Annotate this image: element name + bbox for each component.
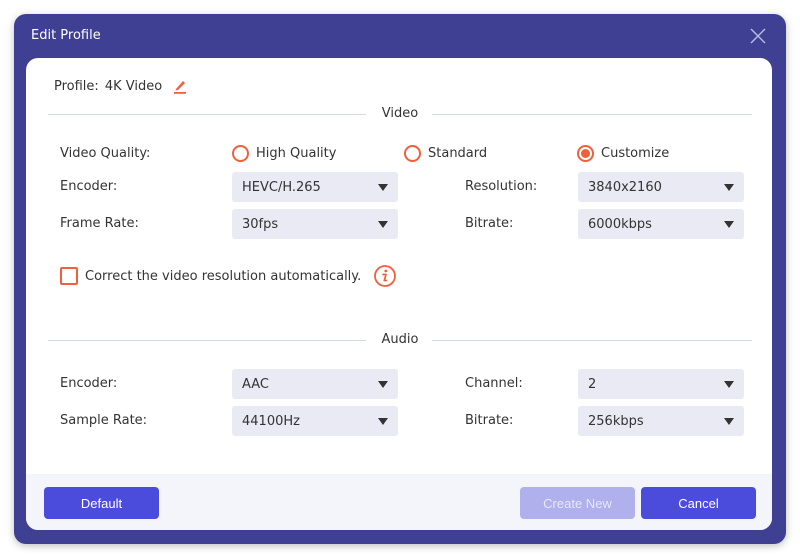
select-value: 6000kbps bbox=[588, 216, 652, 232]
dropdown-arrow-icon bbox=[378, 380, 388, 388]
video-bitrate-select[interactable]: 6000kbps bbox=[578, 209, 744, 239]
dropdown-arrow-icon bbox=[378, 417, 388, 425]
sample-rate-select[interactable]: 44100Hz bbox=[232, 406, 398, 436]
dialog-body: Profile: 4K Video Video Video Quality: H… bbox=[26, 58, 772, 530]
select-value: 3840x2160 bbox=[588, 179, 662, 195]
radio-label: Standard bbox=[428, 146, 488, 161]
profile-name: 4K Video bbox=[104, 78, 163, 94]
auto-correct-row: Correct the video resolution automatical… bbox=[60, 264, 397, 288]
divider-line bbox=[432, 114, 752, 115]
resolution-select[interactable]: 3840x2160 bbox=[578, 172, 744, 202]
profile-row: Profile: 4K Video bbox=[54, 78, 188, 94]
select-value: HEVC/H.265 bbox=[242, 179, 321, 195]
video-quality-label: Video Quality: bbox=[60, 146, 151, 161]
dialog-footer: Default Create New Cancel bbox=[26, 474, 772, 530]
dropdown-arrow-icon bbox=[724, 183, 734, 191]
audio-encoder-select[interactable]: AAC bbox=[232, 369, 398, 399]
profile-label: Profile: bbox=[54, 78, 99, 94]
frame-rate-label: Frame Rate: bbox=[60, 216, 139, 231]
channel-select[interactable]: 2 bbox=[578, 369, 744, 399]
audio-encoder-label: Encoder: bbox=[60, 376, 118, 391]
radio-standard[interactable]: Standard bbox=[404, 145, 487, 162]
radio-circle bbox=[404, 145, 421, 162]
radio-label: High Quality bbox=[256, 146, 337, 161]
select-value: AAC bbox=[242, 376, 269, 392]
info-circle-icon[interactable] bbox=[373, 264, 397, 288]
title-bar: Edit Profile bbox=[14, 14, 786, 58]
audio-bitrate-select[interactable]: 256kbps bbox=[578, 406, 744, 436]
edit-profile-dialog: Edit Profile Profile: 4K Video Video Vid… bbox=[14, 14, 786, 544]
radio-circle-selected bbox=[577, 145, 594, 162]
auto-correct-checkbox[interactable] bbox=[60, 267, 78, 285]
radio-high-quality[interactable]: High Quality bbox=[232, 145, 336, 162]
radio-circle bbox=[232, 145, 249, 162]
select-value: 44100Hz bbox=[242, 413, 300, 429]
close-x-icon bbox=[750, 28, 766, 44]
video-section-divider: Video bbox=[48, 106, 752, 122]
pencil-edit-icon[interactable] bbox=[172, 78, 188, 94]
resolution-label: Resolution: bbox=[465, 179, 538, 194]
dropdown-arrow-icon bbox=[378, 220, 388, 228]
select-value: 30fps bbox=[242, 216, 279, 232]
video-encoder-label: Encoder: bbox=[60, 179, 118, 194]
audio-bitrate-label: Bitrate: bbox=[465, 413, 514, 428]
video-bitrate-label: Bitrate: bbox=[465, 216, 514, 231]
select-value: 256kbps bbox=[588, 413, 644, 429]
create-new-button[interactable]: Create New bbox=[520, 487, 635, 519]
audio-section-divider: Audio bbox=[48, 332, 752, 348]
frame-rate-select[interactable]: 30fps bbox=[232, 209, 398, 239]
sample-rate-label: Sample Rate: bbox=[60, 413, 148, 428]
select-value: 2 bbox=[588, 376, 597, 392]
channel-label: Channel: bbox=[465, 376, 523, 391]
radio-label: Customize bbox=[601, 146, 670, 161]
dropdown-arrow-icon bbox=[724, 220, 734, 228]
cancel-button[interactable]: Cancel bbox=[641, 487, 756, 519]
divider-line bbox=[432, 340, 752, 341]
auto-correct-label[interactable]: Correct the video resolution automatical… bbox=[85, 269, 361, 284]
radio-customize[interactable]: Customize bbox=[577, 145, 669, 162]
dialog-title: Edit Profile bbox=[31, 28, 101, 43]
close-button[interactable] bbox=[748, 26, 768, 46]
default-button[interactable]: Default bbox=[44, 487, 159, 519]
dropdown-arrow-icon bbox=[378, 183, 388, 191]
video-encoder-select[interactable]: HEVC/H.265 bbox=[232, 172, 398, 202]
dropdown-arrow-icon bbox=[724, 380, 734, 388]
dropdown-arrow-icon bbox=[724, 417, 734, 425]
